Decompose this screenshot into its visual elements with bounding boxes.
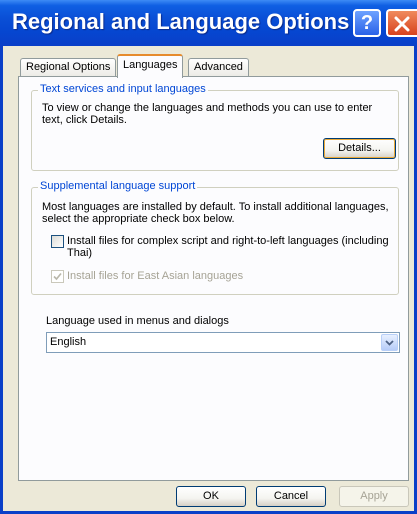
east-asian-checkbox[interactable] — [51, 270, 64, 283]
complex-script-label-2: Thai) — [67, 247, 93, 259]
text-services-description-1: To view or change the languages and meth… — [42, 102, 373, 114]
close-button[interactable] — [386, 9, 417, 37]
supplemental-description-1: Most languages are installed by default.… — [42, 201, 389, 213]
dropdown-button[interactable] — [381, 334, 398, 351]
close-icon — [394, 16, 410, 32]
window-title: Regional and Language Options — [12, 9, 350, 34]
dialog-window: Regional and Language Options ? Regional… — [0, 0, 417, 514]
text-services-group: Text services and input languages To vie… — [31, 83, 399, 171]
title-bar[interactable]: Regional and Language Options ? — [0, 0, 417, 46]
apply-button-label: Apply — [360, 490, 388, 502]
complex-script-checkbox[interactable] — [51, 235, 64, 248]
ui-language-label: Language used in menus and dialogs — [46, 315, 229, 327]
languages-tab-panel: Text services and input languages To vie… — [18, 76, 409, 481]
text-services-description-2: text, click Details. — [42, 114, 127, 126]
checkmark-icon — [53, 272, 62, 281]
supplemental-language-group: Supplemental language support Most langu… — [31, 180, 399, 295]
chevron-down-icon — [385, 340, 394, 346]
help-button[interactable]: ? — [353, 9, 381, 37]
supplemental-legend: Supplemental language support — [38, 180, 198, 192]
ui-language-select[interactable]: English — [46, 332, 400, 353]
details-button-label: Details... — [338, 142, 381, 154]
complex-script-label-1: Install files for complex script and rig… — [67, 235, 389, 247]
ok-button-label: OK — [203, 490, 219, 502]
tab-label: Languages — [123, 59, 178, 71]
text-services-legend: Text services and input languages — [38, 83, 208, 95]
tab-label: Regional Options — [26, 61, 111, 73]
tab-languages[interactable]: Languages — [117, 54, 184, 78]
ui-language-value: English — [50, 336, 87, 348]
cancel-button-label: Cancel — [273, 490, 309, 502]
ok-button[interactable]: OK — [176, 486, 246, 507]
supplemental-description-2: select the appropriate check box below. — [42, 213, 235, 225]
tab-regional-options[interactable]: Regional Options — [20, 58, 117, 76]
tab-label: Advanced — [194, 61, 243, 73]
cancel-button[interactable]: Cancel — [256, 486, 326, 507]
help-icon: ? — [360, 12, 374, 34]
east-asian-label: Install files for East Asian languages — [67, 270, 244, 282]
details-button[interactable]: Details... — [323, 138, 396, 159]
apply-button[interactable]: Apply — [339, 486, 409, 507]
tab-advanced[interactable]: Advanced — [188, 58, 249, 76]
